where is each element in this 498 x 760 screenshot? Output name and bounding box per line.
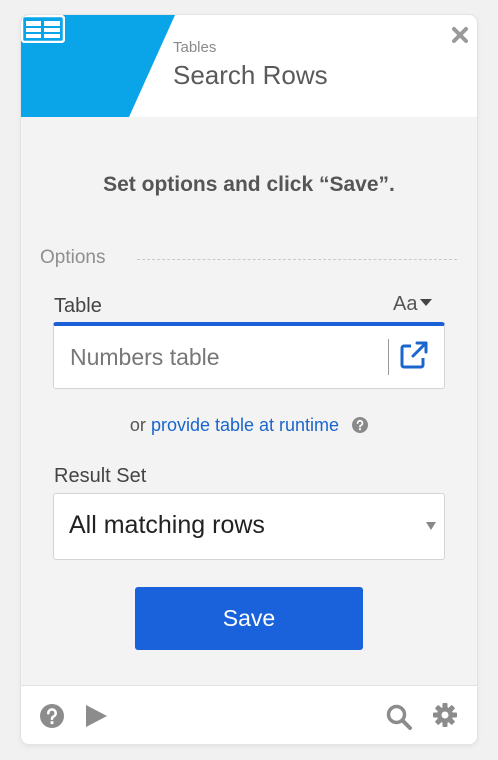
runtime-prefix: or: [129, 415, 146, 435]
help-icon[interactable]: [40, 704, 64, 728]
text-mode-toggle[interactable]: Aa: [393, 293, 433, 316]
panel-body: Set options and click “Save”. Options Ta…: [21, 117, 477, 685]
save-button[interactable]: Save: [135, 587, 363, 650]
close-icon[interactable]: [451, 26, 469, 44]
search-icon[interactable]: [386, 704, 412, 730]
options-divider: [137, 259, 457, 260]
play-icon[interactable]: [84, 704, 108, 728]
header-category: Tables: [173, 39, 217, 56]
table-input[interactable]: [68, 340, 382, 374]
panel-header: Tables Search Rows: [21, 15, 477, 117]
runtime-hint: or provide table at runtime: [21, 415, 477, 436]
header-accent: [21, 15, 175, 117]
provide-at-runtime-link[interactable]: provide table at runtime: [151, 415, 339, 435]
dropdown-caret-icon: [426, 522, 436, 530]
gear-icon[interactable]: [432, 702, 458, 728]
step-config-panel: Tables Search Rows Set options and click…: [21, 15, 477, 744]
options-section-label: Options: [40, 247, 106, 268]
table-field: [53, 322, 445, 389]
result-set-value: All matching rows: [69, 511, 265, 539]
header-title: Search Rows: [173, 60, 328, 90]
instruction-text: Set options and click “Save”.: [103, 173, 395, 196]
result-set-select[interactable]: All matching rows: [53, 493, 445, 560]
result-set-label: Result Set: [54, 465, 147, 487]
table-icon: [21, 15, 65, 43]
question-circle-icon[interactable]: [352, 417, 369, 433]
save-button-label: Save: [222, 605, 276, 631]
table-field-label: Table: [54, 295, 102, 317]
text-mode-label: Aa: [393, 293, 418, 315]
input-divider: [388, 339, 389, 375]
external-link-icon[interactable]: [398, 339, 430, 371]
caret-down-icon: [420, 299, 433, 307]
panel-footer: [21, 685, 477, 744]
